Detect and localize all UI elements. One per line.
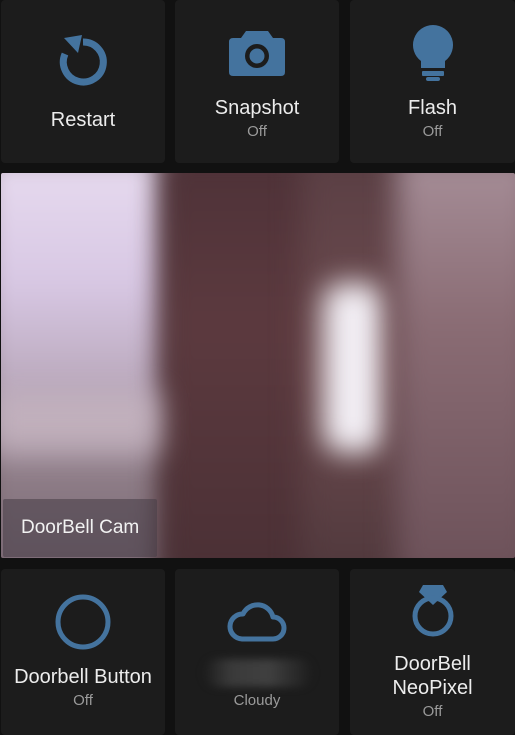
cloud-outline-icon xyxy=(227,602,287,642)
neopixel-tile[interactable]: DoorBell NeoPixel Off xyxy=(350,569,515,735)
weather-condition: Cloudy xyxy=(233,692,281,709)
flash-tile[interactable]: Flash Off xyxy=(350,0,515,163)
restart-icon xyxy=(59,35,107,86)
neopixel-state: Off xyxy=(422,703,443,720)
doorbell-button-label: Doorbell Button xyxy=(14,666,152,688)
weather-tile[interactable]: Cloudy xyxy=(175,569,339,735)
neopixel-label-line2: NeoPixel xyxy=(392,677,473,699)
lightbulb-icon xyxy=(412,25,453,81)
snapshot-tile[interactable]: Snapshot Off xyxy=(175,0,339,163)
camera-name-label: DoorBell Cam xyxy=(3,499,157,557)
snapshot-label: Snapshot xyxy=(214,97,300,119)
neopixel-label-line1: DoorBell xyxy=(394,653,471,675)
camera-image-region xyxy=(323,283,383,453)
camera-icon xyxy=(229,31,285,76)
doorbell-button-tile[interactable]: Doorbell Button Off xyxy=(1,569,165,735)
camera-image-region xyxy=(1,393,161,453)
dashboard: Restart Snapshot Off Flash Off DoorBell … xyxy=(0,0,515,735)
diamond-ring-icon xyxy=(412,585,453,637)
obscured-weather-value xyxy=(203,659,313,687)
restart-label: Restart xyxy=(50,109,116,131)
flash-label: Flash xyxy=(408,97,457,119)
restart-tile[interactable]: Restart xyxy=(1,0,165,163)
flash-state: Off xyxy=(422,123,443,140)
circle-outline-icon xyxy=(55,594,111,650)
camera-image-region xyxy=(396,173,515,558)
snapshot-state: Off xyxy=(247,123,267,140)
doorbell-button-state: Off xyxy=(73,692,93,709)
